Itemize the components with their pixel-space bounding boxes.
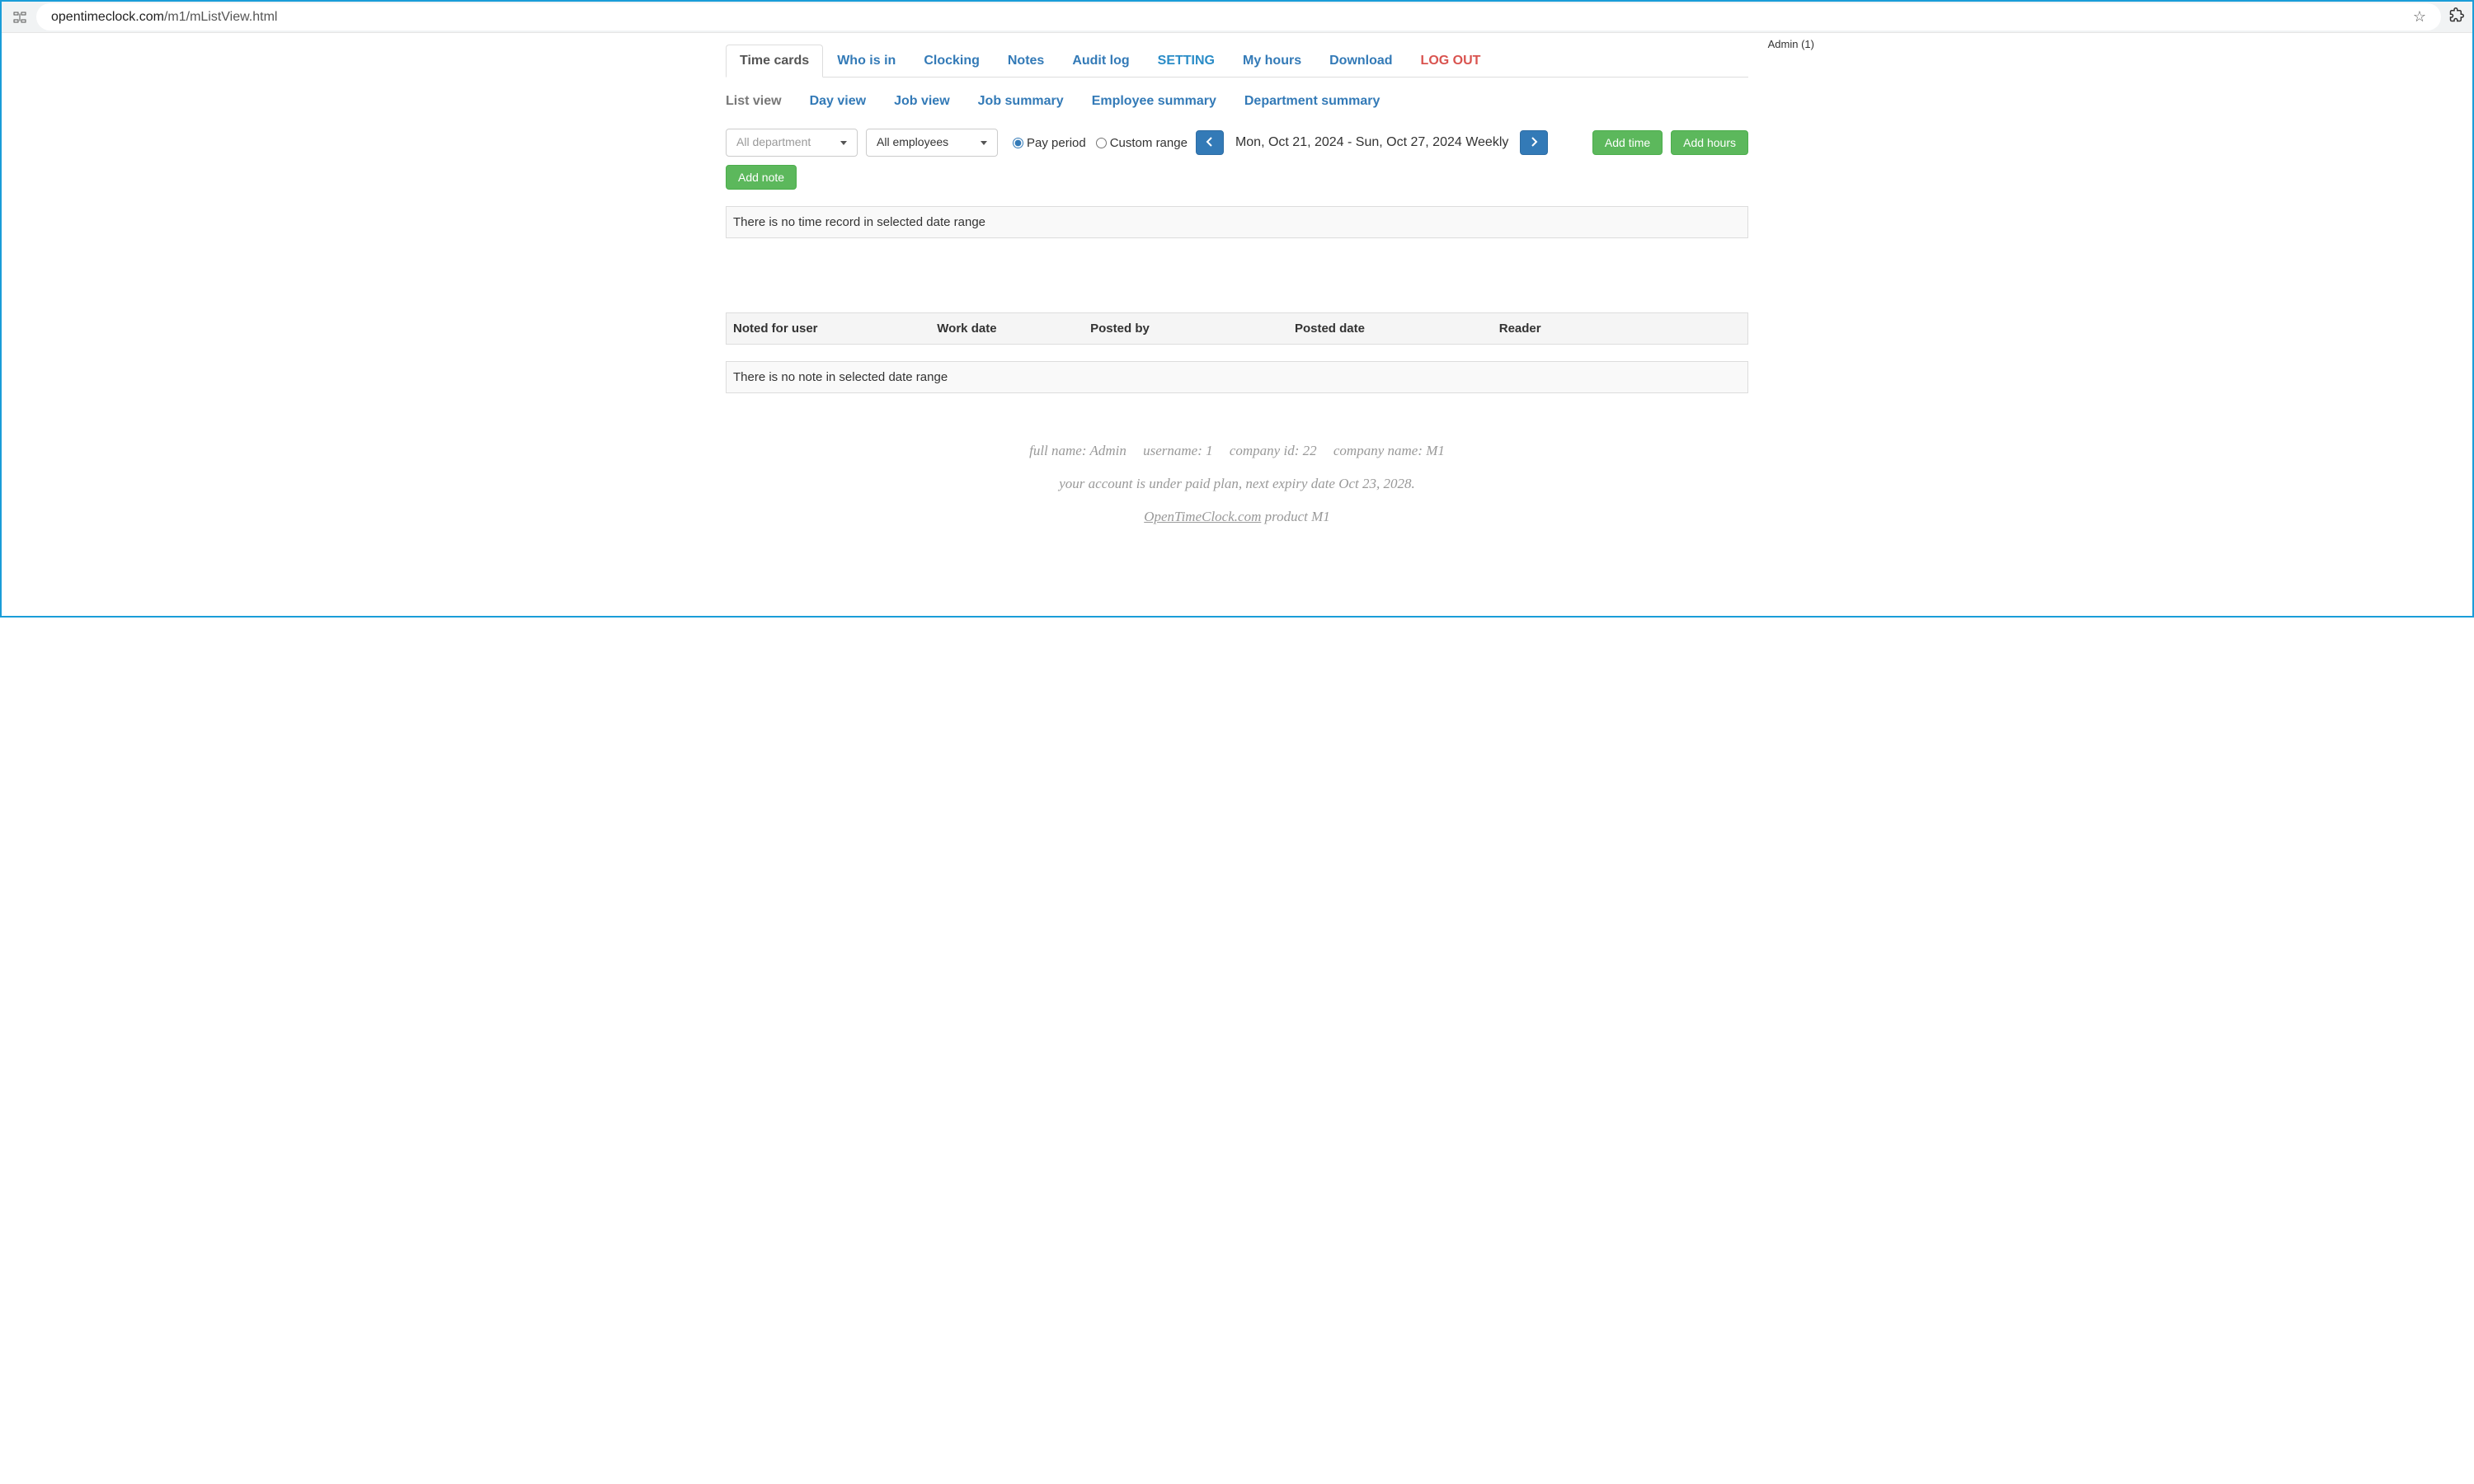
time-empty-row: There is no time record in selected date…: [727, 207, 1748, 238]
employee-select[interactable]: All employees: [866, 129, 998, 157]
tab-download[interactable]: Download: [1315, 45, 1406, 77]
time-records-table: There is no time record in selected date…: [726, 206, 1748, 238]
caret-down-icon: [840, 141, 847, 145]
notes-header-row: Noted for user Work date Posted by Poste…: [727, 313, 1748, 345]
notes-col-reader: Reader: [1493, 313, 1748, 345]
tab-notes[interactable]: Notes: [994, 45, 1058, 77]
notes-col-noted-for-user: Noted for user: [727, 313, 931, 345]
add-time-button[interactable]: Add time: [1592, 130, 1663, 155]
tab-audit-log[interactable]: Audit log: [1058, 45, 1143, 77]
tab-my-hours[interactable]: My hours: [1229, 45, 1315, 77]
subtab-list-view[interactable]: List view: [726, 86, 795, 117]
employee-select-label: All employees: [877, 134, 948, 151]
add-note-button[interactable]: Add note: [726, 165, 797, 190]
notes-col-posted-date: Posted date: [1288, 313, 1493, 345]
site-settings-icon[interactable]: [12, 9, 28, 26]
toolbar: All department All employees Pay period …: [726, 129, 1748, 190]
radio-pay-period[interactable]: Pay period: [1013, 136, 1086, 150]
caret-down-icon: [981, 141, 987, 145]
extensions-icon[interactable]: [2449, 7, 2464, 26]
radio-custom-range[interactable]: Custom range: [1096, 136, 1188, 150]
tab-clocking[interactable]: Clocking: [910, 45, 994, 77]
radio-custom-range-input[interactable]: [1096, 138, 1107, 148]
url-text: opentimeclock.com/m1/mListView.html: [51, 10, 277, 25]
footer-product-line: OpenTimeClock.com product M1: [726, 509, 1748, 525]
address-bar[interactable]: opentimeclock.com/m1/mListView.html ☆: [36, 3, 2441, 31]
subtab-job-summary[interactable]: Job summary: [978, 86, 1077, 117]
date-mode-radio-group: Pay period Custom range: [1013, 136, 1188, 150]
star-icon[interactable]: ☆: [2413, 8, 2426, 26]
chevron-left-icon: [1206, 136, 1214, 149]
footer-plan-line: your account is under paid plan, next ex…: [726, 476, 1748, 492]
user-label[interactable]: Admin (1): [1768, 38, 1814, 50]
notes-empty-message: There is no note in selected date range: [727, 362, 1748, 393]
radio-custom-range-label: Custom range: [1110, 136, 1188, 150]
footer: full name: Admin username: 1 company id:…: [726, 443, 1748, 525]
notes-empty-row: There is no note in selected date range: [727, 362, 1748, 393]
tab-setting[interactable]: SETTING: [1144, 45, 1229, 77]
department-select[interactable]: All department: [726, 129, 858, 157]
subtab-department-summary[interactable]: Department summary: [1244, 86, 1394, 117]
primary-nav: Time cards Who is in Clocking Notes Audi…: [726, 45, 1748, 77]
tab-log-out[interactable]: LOG OUT: [1407, 45, 1495, 77]
chevron-right-icon: [1530, 136, 1538, 149]
subtab-job-view[interactable]: Job view: [894, 86, 963, 117]
footer-product-suffix: product M1: [1261, 509, 1329, 524]
radio-pay-period-label: Pay period: [1027, 136, 1086, 150]
notes-empty-table: There is no note in selected date range: [726, 361, 1748, 393]
radio-pay-period-input[interactable]: [1013, 138, 1023, 148]
time-empty-message: There is no time record in selected date…: [727, 207, 1748, 238]
add-hours-button[interactable]: Add hours: [1671, 130, 1748, 155]
browser-url-bar: opentimeclock.com/m1/mListView.html ☆: [2, 2, 2472, 33]
subtab-day-view[interactable]: Day view: [810, 86, 879, 117]
department-select-label: All department: [736, 134, 811, 151]
notes-col-posted-by: Posted by: [1084, 313, 1288, 345]
date-range-text: Mon, Oct 21, 2024 - Sun, Oct 27, 2024 We…: [1235, 135, 1508, 150]
tab-time-cards[interactable]: Time cards: [726, 45, 823, 77]
secondary-nav: List view Day view Job view Job summary …: [726, 86, 1748, 117]
footer-account-line: full name: Admin username: 1 company id:…: [726, 443, 1748, 459]
footer-product-link[interactable]: OpenTimeClock.com: [1144, 509, 1261, 524]
next-period-button[interactable]: [1520, 130, 1548, 155]
prev-period-button[interactable]: [1196, 130, 1224, 155]
tab-who-is-in[interactable]: Who is in: [823, 45, 910, 77]
subtab-employee-summary[interactable]: Employee summary: [1092, 86, 1230, 117]
notes-table: Noted for user Work date Posted by Poste…: [726, 312, 1748, 345]
notes-col-work-date: Work date: [930, 313, 1084, 345]
page-content: Admin (1) Time cards Who is in Clocking …: [660, 33, 1814, 616]
